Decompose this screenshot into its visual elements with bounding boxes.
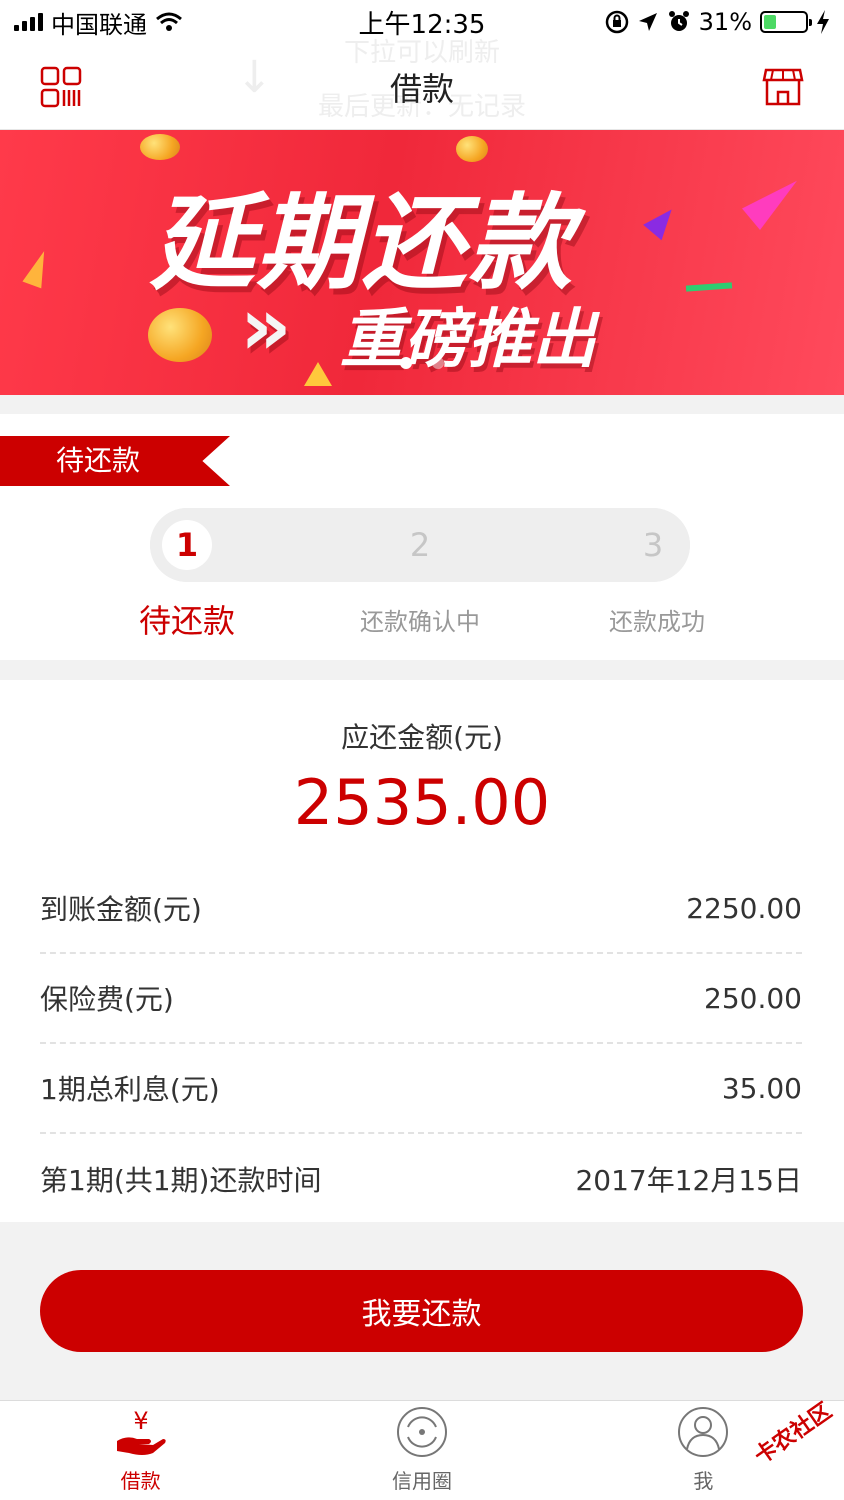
repay-progress-card: 待还款 1 2 3 待还款 还款确认中 还款成功 [0,414,844,660]
svg-text:¥: ¥ [133,1407,148,1435]
promo-banner[interactable]: 延期还款 » 重磅推出 [0,130,844,395]
banner-headline: 延期还款 [150,182,575,304]
pull-arrow-icon: ↓ [236,52,273,103]
row-label: 第1期(共1期)还款时间 [40,1164,322,1197]
user-icon [678,1407,729,1457]
yen-hand-icon: ¥ [116,1407,166,1455]
confetti-decoration [22,247,54,289]
coin-decoration [148,308,212,362]
rotation-lock-icon [605,10,628,34]
signal-icon [14,13,43,31]
tab-credit-circle[interactable]: 信用圈 [281,1401,562,1500]
page-title: 借款 [389,69,454,108]
confetti-decoration [742,169,806,231]
row-value: 2017年12月15日 [575,1164,802,1197]
carousel-dot[interactable] [432,357,444,369]
row-value: 35.00 [721,1071,802,1105]
confetti-decoration [685,282,733,292]
battery-fill [764,15,777,29]
alarm-icon [668,11,689,31]
carousel-dot[interactable] [400,357,412,369]
amount-card: 应还金额(元) 2535.00 到账金额(元) 2250.00 保险费(元) 2… [0,680,844,1222]
detail-row: 保险费(元) 250.00 [40,954,802,1044]
row-value: 250.00 [704,981,802,1015]
repay-button[interactable]: 我要还款 [40,1270,803,1352]
detail-row: 1期总利息(元) 35.00 [40,1044,802,1134]
tab-loan-label: 借款 [120,1469,161,1493]
location-icon [638,13,657,31]
coin-decoration [140,134,180,160]
tab-me-label: 我 [693,1469,714,1493]
tab-loan[interactable]: ¥ 借款 [0,1401,281,1500]
step-2-label: 还款确认中 [360,608,480,636]
credit-circle-icon [396,1407,447,1457]
row-label: 保险费(元) [40,983,174,1016]
due-amount-value: 2535.00 [293,766,551,839]
row-value: 2250.00 [686,891,802,925]
confetti-decoration [643,201,681,241]
nav-bar: 下拉可以刷新 最后更新：无记录 ↓ 借款 [0,38,844,130]
row-label: 1期总利息(元) [40,1073,220,1106]
section-ribbon: 待还款 [0,436,230,486]
step-3-circle: 3 [616,508,690,582]
step-1-circle: 1 [150,508,224,582]
step-3-label: 还款成功 [609,608,705,636]
detail-row: 到账金额(元) 2250.00 [40,864,802,954]
charging-icon [817,10,829,34]
tab-bar: ¥ 借款 信用圈 我 [0,1400,844,1500]
step-1-label: 待还款 [138,602,235,640]
detail-row: 第1期(共1期)还款时间 2017年12月15日 [40,1134,802,1224]
row-label: 到账金额(元) [40,893,202,926]
step-1-number: 1 [162,520,212,570]
carousel-dots[interactable] [0,357,844,369]
battery-icon [760,11,812,33]
due-amount-label: 应还金额(元) [341,721,503,754]
tab-credit-circle-label: 信用圈 [391,1469,452,1493]
step-2-circle: 2 [383,508,457,582]
wifi-icon [156,12,182,31]
